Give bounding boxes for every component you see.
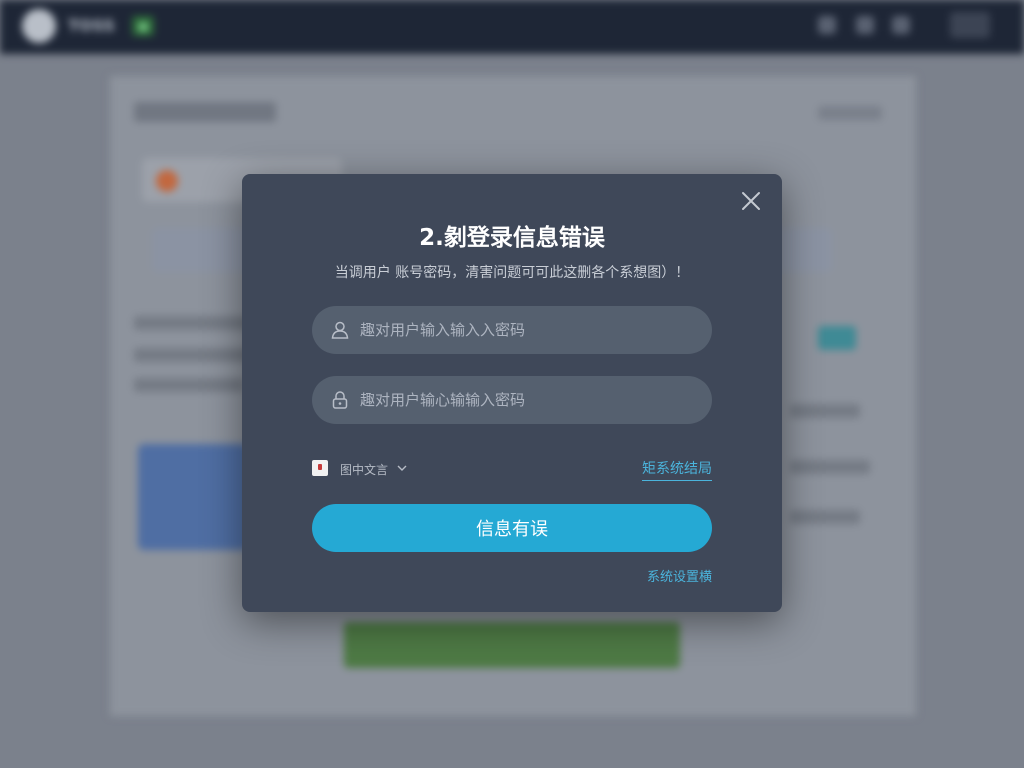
password-input[interactable] <box>360 391 690 409</box>
info-avatar <box>156 170 178 192</box>
top-navbar: TOSS ● <box>0 0 1024 54</box>
remember-checkbox[interactable] <box>312 460 328 476</box>
account-button <box>950 12 990 38</box>
back-link <box>818 106 882 120</box>
dialog-subtitle: 当调用户 账号密码，清害问题可可此这删各个系想图）！ <box>334 265 690 281</box>
text-line <box>134 378 244 392</box>
username-field[interactable] <box>312 306 712 354</box>
chevron-down-icon[interactable] <box>396 462 408 474</box>
text-line <box>134 316 254 330</box>
text-line <box>790 510 860 524</box>
feature-panel <box>138 444 248 550</box>
breadcrumb <box>134 102 276 122</box>
language-selector-label[interactable]: 图中文言 <box>340 461 388 478</box>
app-logo-badge: ● <box>132 16 155 36</box>
username-input[interactable] <box>360 321 690 339</box>
user-icon <box>892 16 910 34</box>
submit-button[interactable]: 信息有误 <box>312 504 712 552</box>
status-tag <box>818 326 856 350</box>
grid-icon <box>818 16 836 34</box>
tools-icon <box>856 16 874 34</box>
system-settings-link[interactable]: 系统设置横 <box>647 566 712 585</box>
close-button[interactable] <box>738 188 764 214</box>
close-icon <box>742 192 760 210</box>
background-submit-button <box>344 622 680 668</box>
dialog-title: 2.剶登录信息错误 <box>419 225 605 251</box>
user-icon <box>331 321 349 339</box>
lock-icon <box>332 391 348 409</box>
text-line <box>790 404 860 418</box>
app-logo-text: TOSS <box>68 16 115 35</box>
password-field[interactable] <box>312 376 712 424</box>
login-error-dialog: 2.剶登录信息错误 当调用户 账号密码，清害问题可可此这删各个系想图）！ 图中文… <box>242 174 782 612</box>
forgot-password-link[interactable]: 矩系统结局 <box>642 458 712 481</box>
app-logo-icon <box>22 9 56 43</box>
options-row: 图中文言 矩系统结局 <box>312 458 712 481</box>
text-line <box>790 460 870 474</box>
